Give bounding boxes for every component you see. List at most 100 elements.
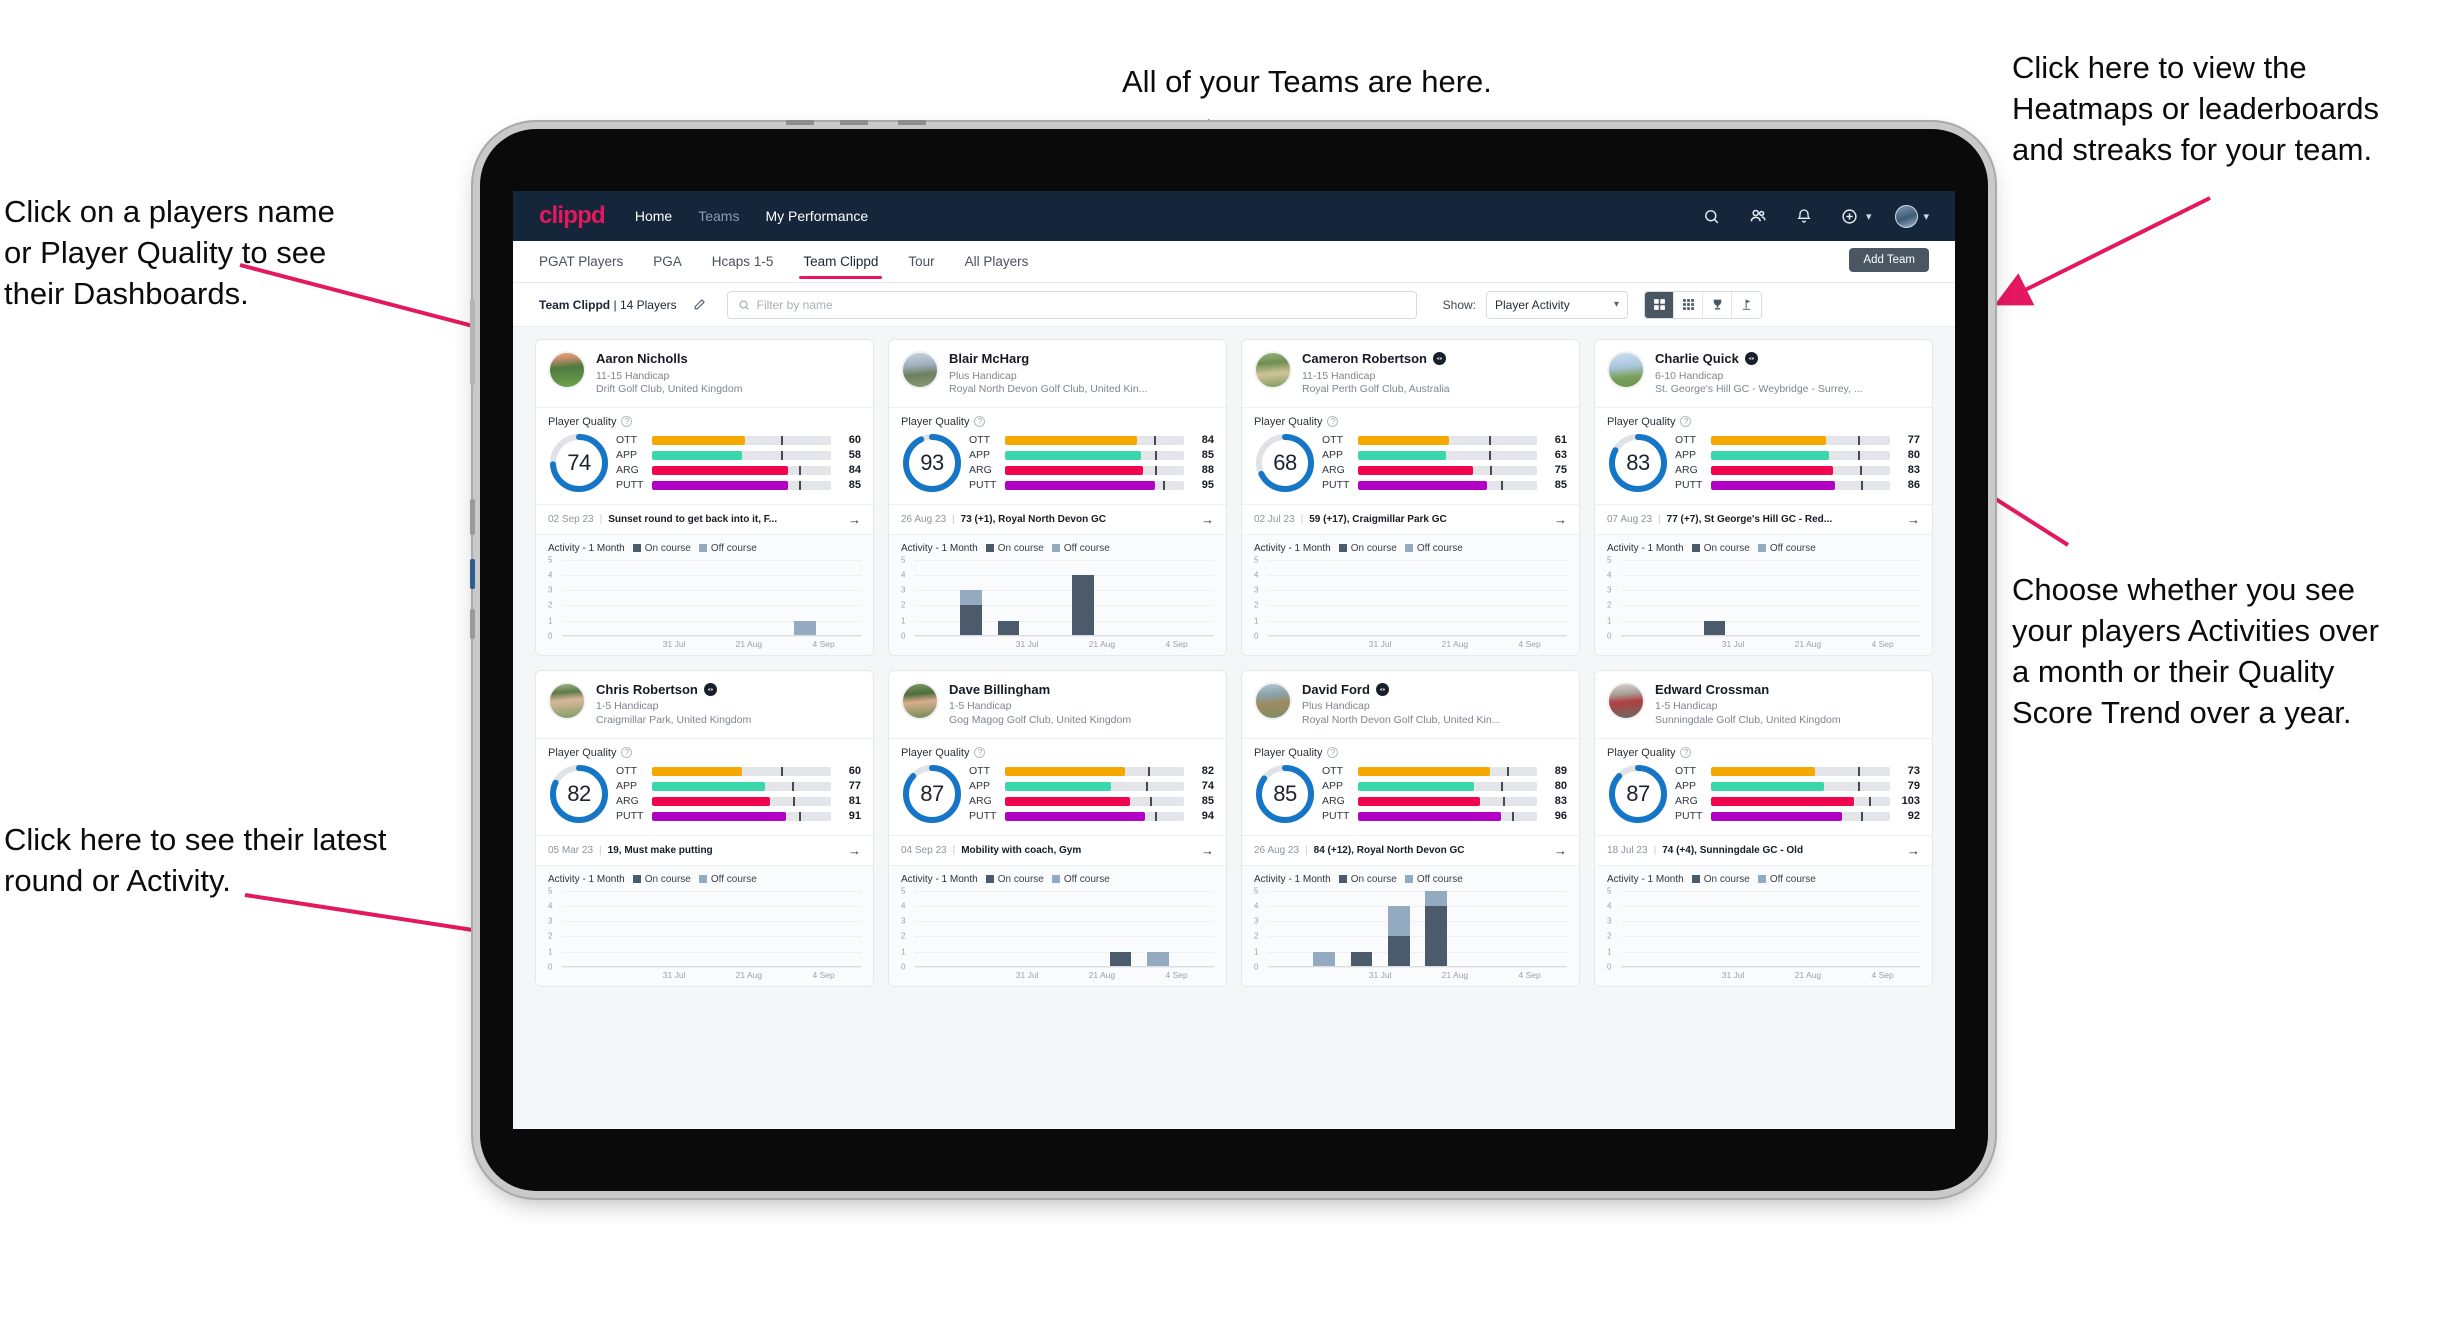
player-quality-section[interactable]: Player Quality? 85 OTT 89 APP 80 ARG 83 PUTT 96 [1242,737,1579,835]
latest-activity-row[interactable]: 18 Jul 23 | 74 (+4), Sunningdale GC - Old → [1595,834,1932,866]
player-name-row[interactable]: Aaron Nicholls [596,351,861,367]
arrow-right-icon[interactable]: → [1903,843,1920,858]
activity-bar-cell [1621,560,1658,636]
player-quality-section[interactable]: Player Quality? 83 OTT 77 APP 80 ARG 83 PUTT 86 [1595,406,1932,504]
y-axis-tick: 2 [1607,600,1612,610]
latest-date: 02 Sep 23 [548,513,594,525]
tab-team-clippd[interactable]: Team Clippd [799,241,883,283]
y-axis-tick: 3 [548,585,553,595]
metric-row: OTT 89 [1322,765,1567,777]
add-team-button[interactable]: Add Team [1849,248,1929,272]
clippd-logo[interactable]: clippd [539,202,606,230]
player-name[interactable]: Blair McHarg [949,351,1029,367]
help-icon[interactable]: ? [974,416,986,428]
player-quality-section[interactable]: Player Quality? 74 OTT 60 APP 58 ARG 84 PUTT 85 [536,406,873,504]
player-name-row[interactable]: Charlie Quick [1655,351,1920,367]
search-icon[interactable] [1701,205,1723,227]
arrow-right-icon[interactable]: → [1197,512,1214,527]
player-name[interactable]: Dave Billingham [949,682,1050,698]
player-name[interactable]: Chris Robertson [596,682,698,698]
user-avatar[interactable] [1895,204,1919,228]
search-input-wrapper[interactable] [726,290,1417,319]
metric-bar [652,766,831,776]
help-icon[interactable]: ? [974,747,986,759]
activity-title: Activity - 1 Month [1607,873,1684,885]
help-icon[interactable]: ? [621,416,633,428]
player-name-row[interactable]: David Ford [1302,682,1567,698]
metric-label: OTT [969,434,990,447]
help-icon[interactable]: ? [1680,416,1692,428]
activity-title: Activity - 1 Month [901,542,978,554]
arrow-right-icon[interactable]: → [1903,512,1920,527]
player-name-row[interactable]: Cameron Robertson [1302,351,1567,367]
chevron-down-icon[interactable]: ▾ [1923,210,1929,223]
nav-link-teams[interactable]: Teams [698,208,739,224]
quality-score-value: 83 [1626,449,1650,475]
latest-date: 05 Mar 23 [548,844,594,856]
nav-link-my-performance[interactable]: My Performance [765,208,868,224]
arrow-right-icon[interactable]: → [1197,843,1214,858]
player-card[interactable]: Dave Billingham 1-5 Handicap Gog Magog Gol… [888,669,1227,987]
help-icon[interactable]: ? [1327,416,1339,428]
player-card[interactable]: Aaron Nicholls 11-15 Handicap Drift Golf C… [535,339,874,656]
tab-pga[interactable]: PGA [653,241,682,283]
arrow-right-icon[interactable]: → [844,512,861,527]
latest-activity-row[interactable]: 02 Sep 23 | Sunset round to get back into … [536,503,873,535]
nav-link-home[interactable]: Home [635,208,672,224]
card-view-icon[interactable] [1645,291,1674,318]
activity-section: Activity - 1 Month On course Off course 5 4 3… [889,865,1226,986]
latest-activity-row[interactable]: 04 Sep 23 | Mobility with coach, Gym → [889,834,1226,866]
player-name-row[interactable]: Dave Billingham [949,682,1214,698]
arrow-right-icon[interactable]: → [1550,512,1567,527]
player-card[interactable]: David Ford Plus Handicap Royal North Devon… [1241,669,1580,987]
latest-activity-row[interactable]: 02 Jul 23 | 59 (+17), Craigmillar Park GC → [1242,503,1579,535]
people-icon[interactable] [1747,205,1769,227]
y-axis-tick: 3 [548,916,553,926]
player-quality-section[interactable]: Player Quality? 93 OTT 84 APP 85 ARG 88 PUTT 95 [889,406,1226,504]
player-quality-section[interactable]: Player Quality? 82 OTT 60 APP 77 ARG 81 PUTT 91 [536,737,873,835]
tab-tour[interactable]: Tour [908,241,934,283]
player-quality-section[interactable]: Player Quality? 87 OTT 73 APP 79 ARG 103 PUTT 92 [1595,737,1932,835]
player-quality-section[interactable]: Player Quality? 87 OTT 82 APP 74 ARG 85 PUTT 94 [889,737,1226,835]
table-view-icon[interactable] [1674,291,1703,318]
player-name[interactable]: Aaron Nicholls [596,351,688,367]
player-name-row[interactable]: Blair McHarg [949,351,1214,367]
help-icon[interactable]: ? [1680,747,1692,759]
tab-hcaps-1-5[interactable]: Hcaps 1-5 [712,241,774,283]
tab-pgat-players[interactable]: PGAT Players [539,241,623,283]
player-quality-section[interactable]: Player Quality? 68 OTT 61 APP 63 ARG 75 PUTT 85 [1242,406,1579,504]
search-input[interactable] [756,297,1406,312]
player-name[interactable]: Charlie Quick [1655,351,1739,367]
player-card[interactable]: Blair McHarg Plus Handicap Royal North Dev… [888,339,1227,656]
help-icon[interactable]: ? [621,747,633,759]
player-name[interactable]: Cameron Robertson [1302,351,1427,367]
help-icon[interactable]: ? [1327,747,1339,759]
metric-bar [1711,450,1890,460]
player-club: Sunningdale Golf Club, United Kingdom [1655,714,1841,727]
player-name-row[interactable]: Edward Crossman [1655,682,1920,698]
latest-activity-row[interactable]: 26 Aug 23 | 84 (+12), Royal North Devon GC… [1242,834,1579,866]
player-name[interactable]: David Ford [1302,682,1370,698]
latest-activity-row[interactable]: 26 Aug 23 | 73 (+1), Royal North Devon GC → [889,503,1226,535]
activity-bar-cell [712,891,749,967]
player-card[interactable]: Charlie Quick 6-10 Handicap St. George's H… [1594,339,1933,656]
player-name[interactable]: Edward Crossman [1655,682,1769,698]
tab-all-players[interactable]: All Players [965,241,1029,283]
player-card[interactable]: Cameron Robertson 11-15 Handicap Royal Per… [1241,339,1580,656]
metric-list: OTT 77 APP 80 ARG 83 PUTT 86 [1675,434,1920,491]
bell-icon[interactable] [1793,205,1815,227]
chevron-down-icon[interactable]: ▾ [1866,210,1872,223]
latest-separator: | [599,844,602,856]
player-card[interactable]: Edward Crossman 1-5 Handicap Sunningdale G… [1594,669,1933,987]
latest-activity-row[interactable]: 05 Mar 23 | 19, Must make putting → [536,834,873,866]
pencil-icon[interactable] [687,292,713,318]
player-card[interactable]: Chris Robertson 1-5 Handicap Craigmillar P… [535,669,874,987]
arrow-right-icon[interactable]: → [844,843,861,858]
plus-circle-icon[interactable] [1839,205,1861,227]
trophy-view-icon[interactable] [1703,291,1732,318]
flag-view-icon[interactable] [1732,291,1761,318]
player-name-row[interactable]: Chris Robertson [596,682,861,698]
show-select[interactable]: Player Activity ▾ [1486,290,1628,319]
latest-activity-row[interactable]: 07 Aug 23 | 77 (+7), St George's Hill GC -… [1595,503,1932,535]
arrow-right-icon[interactable]: → [1550,843,1567,858]
